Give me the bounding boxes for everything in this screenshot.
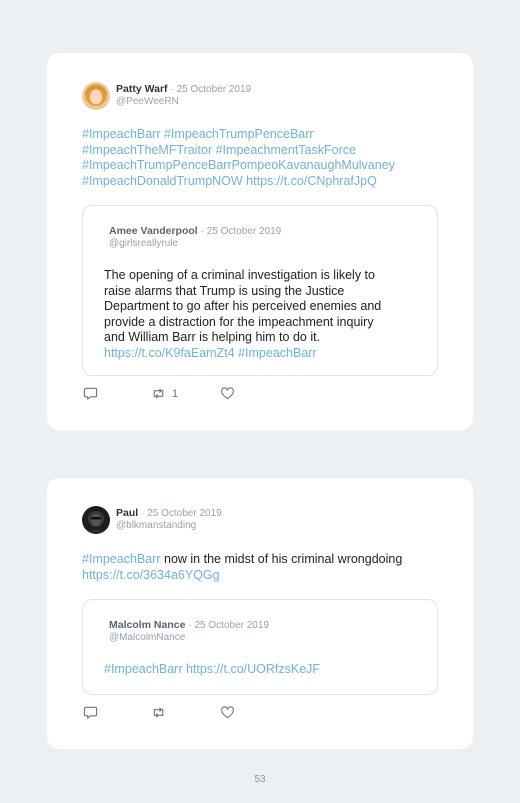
quoted-date: · 25 October 2019 xyxy=(188,620,269,631)
tweet-text-line[interactable]: #ImpeachBarr #ImpeachTrumpPenceBarr xyxy=(82,127,395,143)
retweet-icon xyxy=(151,705,166,720)
hashtag-link[interactable]: #ImpeachBarr xyxy=(82,552,161,566)
author-line: Paul · 25 October 2019 xyxy=(116,507,222,520)
tweet-text-line[interactable]: #ImpeachDonaldTrumpNOW https://t.co/CNph… xyxy=(82,174,395,190)
speech-bubble-icon xyxy=(83,705,98,720)
tweet-date: · 25 October 2019 xyxy=(170,84,252,95)
quoted-text-line: Department to go after his perceived ene… xyxy=(104,299,382,313)
quoted-text-line: provide a distraction for the impeachmen… xyxy=(104,314,374,329)
tweet-actions: 1 xyxy=(83,386,283,402)
tweet-text-rest: now in the midst of his criminal wrongdo… xyxy=(160,552,403,566)
tweet-actions xyxy=(83,705,283,721)
author-line: Patty Warf · 25 October 2019 xyxy=(116,83,251,96)
retweet-button[interactable] xyxy=(151,705,172,720)
reply-button[interactable] xyxy=(83,386,98,401)
quoted-date: · 25 October 2019 xyxy=(200,226,282,237)
quoted-text: The opening of a criminal investigation … xyxy=(104,268,424,361)
tweet-text-line[interactable]: #ImpeachTheMFTraitor #ImpeachmentTaskFor… xyxy=(82,143,395,159)
author-name[interactable]: Paul xyxy=(116,507,138,519)
quoted-author-line: Malcolm Nance · 25 October 2019 xyxy=(109,619,269,632)
tweet-card: Patty Warf · 25 October 2019 @PeeWeeRN #… xyxy=(47,53,473,430)
retweet-count: 1 xyxy=(172,387,179,400)
quoted-link-line[interactable]: #ImpeachBarr https://t.co/UORfzsKeJF xyxy=(104,662,320,678)
quoted-text-line: The opening of a criminal investigation … xyxy=(104,268,375,282)
quoted-author-name: Malcolm Nance xyxy=(109,619,186,631)
avatar[interactable] xyxy=(82,82,110,110)
tweet-link[interactable]: https://t.co/3634a6YQGg xyxy=(82,568,402,584)
tweet-text: #ImpeachBarr #ImpeachTrumpPenceBarr #Imp… xyxy=(82,127,395,189)
like-button[interactable] xyxy=(220,386,235,401)
like-button[interactable] xyxy=(220,705,235,720)
retweet-button[interactable]: 1 xyxy=(151,386,178,401)
author-name[interactable]: Patty Warf xyxy=(116,83,168,95)
avatar[interactable] xyxy=(82,506,110,534)
speech-bubble-icon xyxy=(83,386,98,401)
tweet-text-line[interactable]: #ImpeachTrumpPenceBarrPompeoKavanaughMul… xyxy=(82,158,395,174)
reply-button[interactable] xyxy=(83,705,98,720)
heart-icon xyxy=(220,705,235,720)
tweet-text-line: #ImpeachBarr now in the midst of his cri… xyxy=(82,552,402,568)
heart-icon xyxy=(220,386,235,401)
quoted-text-line: raise alarms that Trump is using the Jus… xyxy=(104,283,345,298)
author-handle[interactable]: @blkmanstanding xyxy=(116,520,196,532)
quoted-author-name: Amee Vanderpool xyxy=(109,225,198,237)
quoted-handle: @girlsreallyrule xyxy=(109,238,179,249)
quoted-tweet[interactable]: Malcolm Nance · 25 October 2019 @Malcolm… xyxy=(82,599,438,695)
retweet-icon xyxy=(151,386,166,401)
page-number: 53 xyxy=(254,774,266,785)
quoted-author-line: Amee Vanderpool · 25 October 2019 xyxy=(109,225,281,238)
tweet-card: Paul · 25 October 2019 @blkmanstanding #… xyxy=(47,478,473,749)
quoted-text-line: and William Barr is helping him to do it… xyxy=(104,330,321,344)
tweet-date: · 25 October 2019 xyxy=(141,508,222,519)
quoted-handle: @MalcolmNance xyxy=(109,632,186,643)
quoted-tweet[interactable]: Amee Vanderpool · 25 October 2019 @girls… xyxy=(82,205,438,376)
quoted-link-line[interactable]: https://t.co/K9faEamZt4 #ImpeachBarr xyxy=(104,346,424,362)
author-handle[interactable]: @PeeWeeRN xyxy=(116,96,179,108)
tweet-text: #ImpeachBarr now in the midst of his cri… xyxy=(82,552,402,583)
